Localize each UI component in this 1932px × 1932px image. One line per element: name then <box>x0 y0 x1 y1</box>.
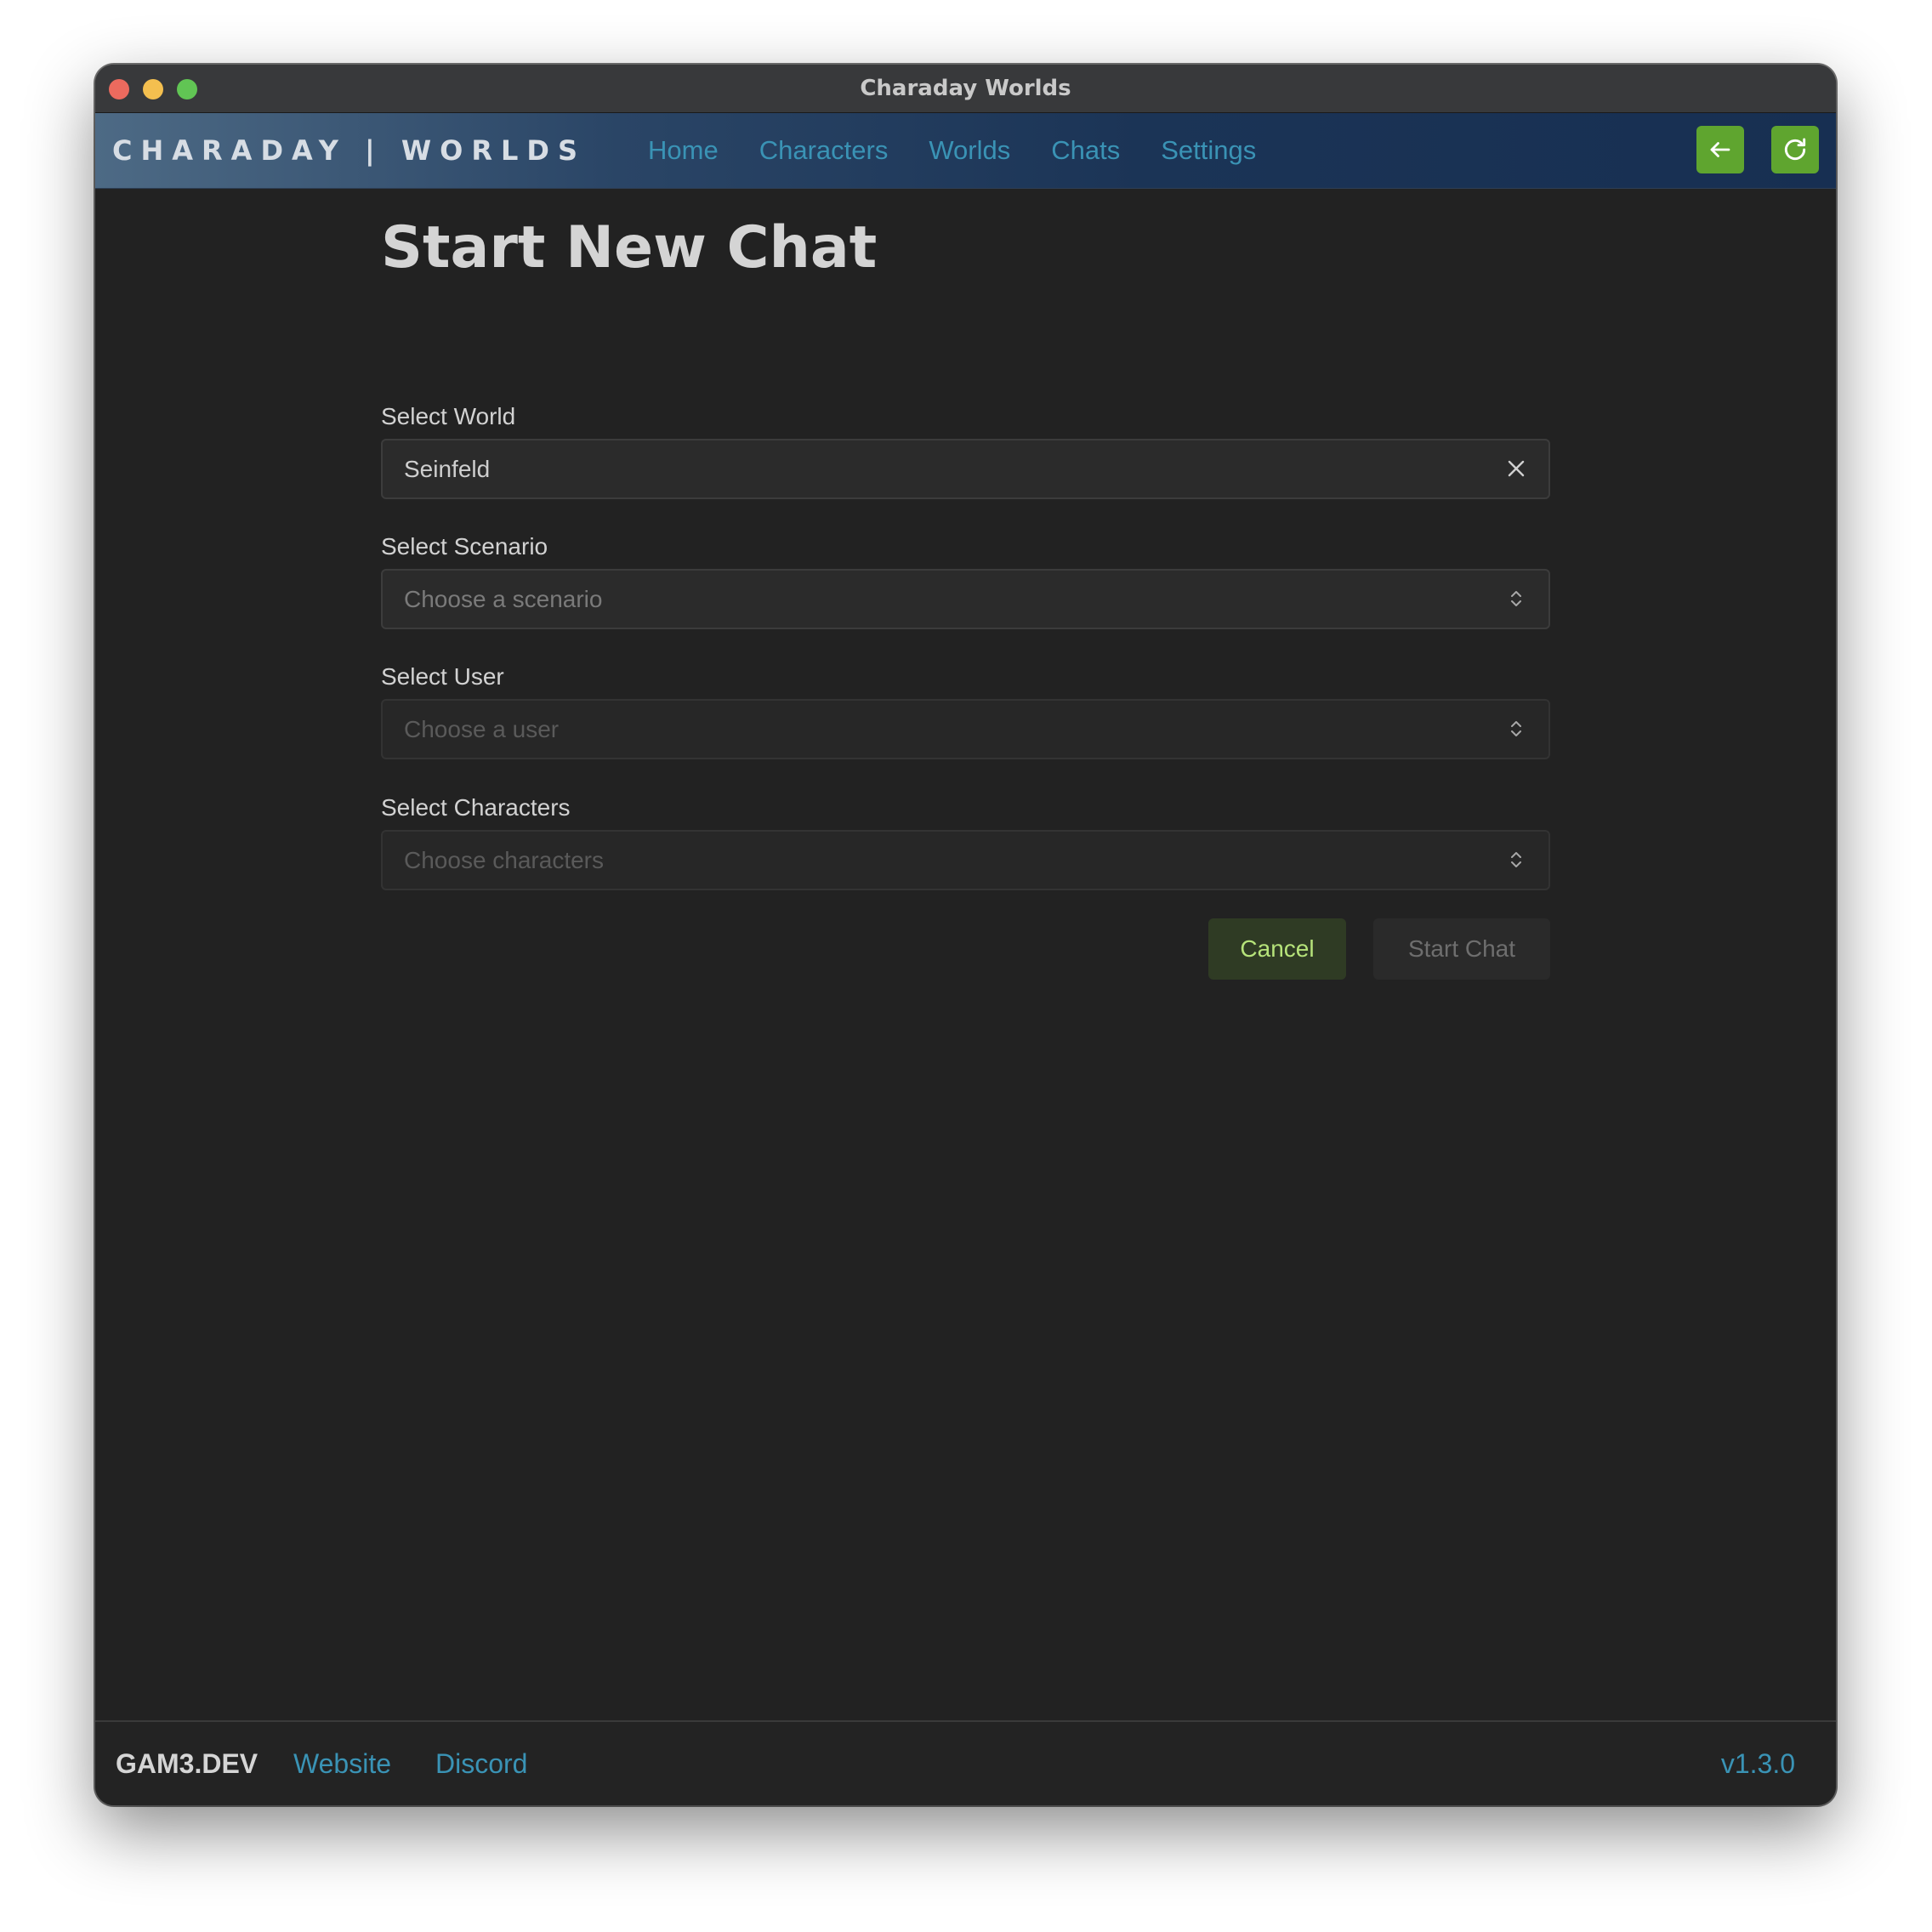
characters-placeholder: Choose characters <box>404 847 605 873</box>
nav-home[interactable]: Home <box>648 135 719 166</box>
app-brand: CHARADAY | WORLDS <box>112 134 586 167</box>
arrow-left-icon <box>1710 142 1730 157</box>
app-window: Charaday Worlds CHARADAY | WORLDS Home C… <box>95 65 1836 1805</box>
chevron-up-down-icon <box>1511 591 1521 606</box>
chevron-up-down-icon <box>1511 852 1521 867</box>
clear-icon[interactable] <box>1503 455 1530 482</box>
nav-settings[interactable]: Settings <box>1161 135 1256 166</box>
world-value: Seinfeld <box>404 456 491 482</box>
world-label: Select World <box>381 403 516 429</box>
app-footer: GAM3.DEV Website Discord v1.3.0 <box>95 1720 1836 1805</box>
window-title: Charaday Worlds <box>860 76 1071 101</box>
version-label[interactable]: v1.3.0 <box>1721 1722 1795 1805</box>
user-placeholder: Choose a user <box>404 716 560 742</box>
main-content: Start New Chat Select World Seinfeld Sel… <box>95 189 1836 1719</box>
website-link[interactable]: Website <box>293 1722 391 1805</box>
back-button[interactable] <box>1696 126 1744 173</box>
scenario-label: Select Scenario <box>381 533 548 560</box>
chevron-up-down-icon <box>1511 721 1521 736</box>
world-select[interactable]: Seinfeld <box>381 439 1550 499</box>
refresh-button[interactable] <box>1771 126 1819 173</box>
discord-link[interactable]: Discord <box>435 1722 527 1805</box>
nav-characters[interactable]: Characters <box>759 135 889 166</box>
characters-select[interactable]: Choose characters <box>381 830 1550 890</box>
cancel-button[interactable]: Cancel <box>1208 918 1346 980</box>
nav-worlds[interactable]: Worlds <box>929 135 1010 166</box>
refresh-icon <box>1784 138 1806 161</box>
scenario-placeholder: Choose a scenario <box>404 586 603 612</box>
start-chat-button[interactable]: Start Chat <box>1373 918 1550 980</box>
window-titlebar: Charaday Worlds <box>95 65 1836 114</box>
user-label: Select User <box>381 663 504 690</box>
scenario-select[interactable]: Choose a scenario <box>381 569 1550 629</box>
app-header: CHARADAY | WORLDS Home Characters Worlds… <box>95 113 1836 189</box>
user-select[interactable]: Choose a user <box>381 699 1550 759</box>
characters-label: Select Characters <box>381 794 571 821</box>
page-title: Start New Chat <box>381 214 878 281</box>
main-nav: Home Characters Worlds Chats Settings <box>648 113 1297 188</box>
nav-chats[interactable]: Chats <box>1051 135 1120 166</box>
footer-brand: GAM3.DEV <box>116 1748 259 1779</box>
